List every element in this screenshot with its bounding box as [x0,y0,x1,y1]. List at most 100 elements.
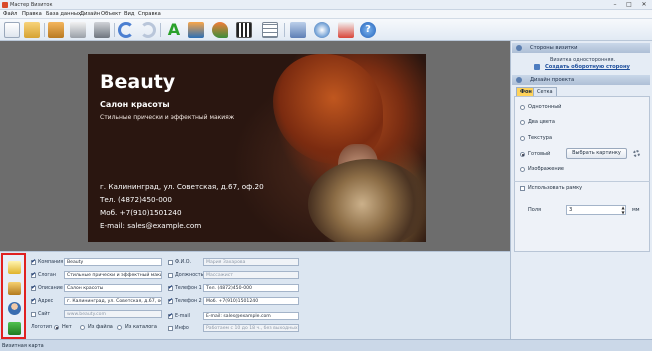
new-file-icon[interactable] [4,22,20,38]
field-phone1-input[interactable]: Тел. (4872)450-000 [203,284,299,292]
text-icon[interactable]: A [166,22,182,38]
checkbox-icon[interactable] [168,312,173,319]
logo-option-file[interactable]: Из файла [80,324,113,330]
field-row-info[interactable]: Инфо [168,326,189,331]
field-phone2-input[interactable]: Моб. +7(910)1501240 [203,297,299,305]
card-phone1[interactable]: Тел. (4872)450-000 [100,195,172,204]
field-email-input[interactable]: E-mail: sales@example.com [203,312,299,320]
checkbox-icon[interactable] [31,297,36,304]
field-description-input[interactable]: Салон красоты [64,284,162,292]
card-email[interactable]: E-mail: sales@example.com [100,221,201,230]
settings-icon[interactable] [338,22,354,38]
image-icon[interactable] [188,22,204,38]
field-row-description[interactable]: Описание [31,284,63,291]
open-file-icon[interactable] [24,22,40,38]
margins-label: Поля [528,207,542,213]
edit-text-icon[interactable] [8,261,21,274]
toolbar-separator [160,23,161,37]
app-icon [2,2,8,8]
close-button[interactable]: ✕ [637,0,651,9]
user-icon[interactable] [8,302,21,315]
bg-option-two-colors[interactable]: Два цвета [520,119,555,125]
excel-icon[interactable] [8,322,21,335]
contacts-icon[interactable] [8,282,21,295]
collapse-icon [516,77,522,83]
field-address-input[interactable]: г. Калининград, ул. Советская, д.67, оф.… [64,297,162,305]
bg-option-image[interactable]: Изображение [520,166,564,172]
tab-grid[interactable]: Сетка [533,87,557,96]
bg-option-solid[interactable]: Однотонный [520,104,561,110]
menu-edit[interactable]: Правка [22,11,42,17]
radio-icon [520,135,525,141]
card-description[interactable]: Стильные прически и эффектный макияж [100,114,234,121]
field-row-site[interactable]: Сайт [31,312,50,317]
field-row-phone1[interactable]: Телефон 1 [168,284,202,291]
map-pin-icon[interactable] [212,22,228,38]
margins-spinner-icon[interactable]: ▲ ▼ [620,205,626,215]
field-label: Слоган [38,273,56,278]
field-row-name[interactable]: Ф.И.О. [168,260,191,265]
checkbox-icon[interactable] [168,326,173,331]
field-row-phone2[interactable]: Телефон 2 [168,297,202,304]
field-row-slogan[interactable]: Слоган [31,271,56,278]
card-company-title[interactable]: Beauty [100,71,175,93]
print-icon[interactable] [70,22,86,38]
logo-option-catalog[interactable]: Из каталога [117,324,157,330]
menu-help[interactable]: Справка [138,11,161,17]
field-row-company[interactable]: Компания [31,258,63,265]
margins-input[interactable]: 3 [566,205,626,215]
checkbox-icon[interactable] [31,284,36,291]
sides-section-header[interactable]: Стороны визитки [512,43,650,53]
redo-icon[interactable] [140,22,156,38]
choose-picture-button[interactable]: Выбрать картинку [566,148,627,159]
bg-option-ready[interactable]: Готовый [520,151,550,157]
save-icon[interactable] [48,22,64,38]
checkbox-icon[interactable] [31,312,36,317]
bg-option-texture[interactable]: Текстура [520,135,552,141]
card-slogan[interactable]: Салон красоты [100,100,170,109]
checkbox-icon[interactable] [168,284,173,291]
logo-option-label: Нет [62,324,72,330]
logo-option-none[interactable]: Нет [54,324,72,330]
field-position-input[interactable]: Массажист [203,271,299,279]
create-back-side-link[interactable]: Создать оборотную сторону [545,64,630,70]
layout-icon[interactable] [290,22,306,38]
checkbox-icon[interactable] [168,297,173,304]
zoom-icon[interactable] [314,22,330,38]
checkbox-icon[interactable] [168,273,173,278]
field-row-email[interactable]: E-mail [168,312,190,319]
minimize-button[interactable]: – [608,0,622,9]
field-label: Сайт [38,312,51,317]
card-phone2[interactable]: Моб. +7(910)1501240 [100,208,182,217]
menu-object[interactable]: Объект [101,11,121,17]
use-frame-checkbox[interactable]: Использовать рамку [520,185,582,191]
field-company-input[interactable]: Beauty [64,258,162,266]
field-site-input[interactable]: www.beauty.com [64,310,162,318]
checkbox-icon[interactable] [31,271,36,278]
field-label: Телефон 2 [175,299,202,304]
field-info-input[interactable]: Работаем с 10 до 18 ч., без выходных [203,324,299,332]
design-section-header[interactable]: Дизайн проекта [512,75,650,85]
undo-icon[interactable] [118,22,134,38]
card-address[interactable]: г. Калининград, ул. Советская, д.67, оф.… [100,182,264,191]
maximize-button[interactable]: □ [622,0,636,9]
panel-divider [514,181,650,182]
help-icon[interactable]: ? [360,22,376,38]
menu-database[interactable]: База данных [46,11,81,17]
checkbox-icon[interactable] [31,258,36,265]
field-row-address[interactable]: Адрес [31,297,53,304]
checkbox-icon[interactable] [168,260,173,265]
status-text: Визитная карта [2,343,44,349]
canvas-area: Beauty Салон красоты Стильные прически и… [0,41,510,251]
field-slogan-input[interactable]: Стильные прически и эффектный макияж [64,271,162,279]
menu-view[interactable]: Вид [124,11,135,17]
qr-code-icon[interactable] [236,22,252,38]
field-row-position[interactable]: Должность [168,273,203,278]
field-name-input[interactable]: Мария Захарова [203,258,299,266]
table-icon[interactable] [262,22,278,38]
scan-icon[interactable] [94,22,110,38]
business-card-preview[interactable]: Beauty Салон красоты Стильные прически и… [88,54,426,242]
menu-design[interactable]: Дизайн [80,11,100,17]
gear-icon[interactable] [633,150,640,157]
menu-file[interactable]: Файл [3,11,17,17]
